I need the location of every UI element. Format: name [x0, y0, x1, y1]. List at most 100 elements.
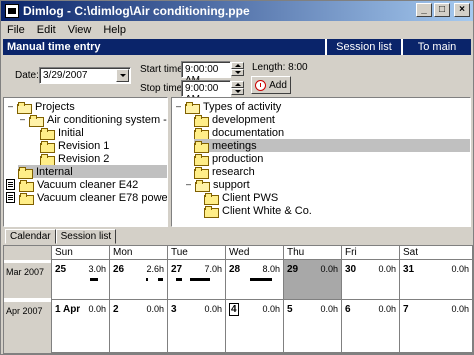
- day-hours: 2.6h: [146, 264, 164, 274]
- day-hours: 0.0h: [451, 304, 469, 314]
- calendar-day[interactable]: 3 0.0h: [167, 300, 225, 353]
- tab-session-list[interactable]: Session list: [55, 229, 117, 244]
- maximize-button[interactable]: □: [434, 3, 450, 17]
- calendar-day[interactable]: 5 0.0h: [283, 300, 341, 353]
- spin-up-icon[interactable]: [231, 62, 244, 69]
- minimize-button[interactable]: _: [416, 3, 432, 17]
- add-button[interactable]: Add: [251, 76, 291, 94]
- day-number: 29: [287, 264, 299, 275]
- tree-item-label: documentation: [212, 126, 285, 139]
- close-button[interactable]: ×: [454, 3, 470, 17]
- day-number: 6: [345, 304, 351, 315]
- tree-item-label: Internal: [36, 165, 73, 178]
- tree-item-internal[interactable]: Internal: [18, 165, 167, 179]
- day-number: 31: [403, 264, 415, 275]
- day-number: 26: [113, 264, 125, 275]
- to-main-button[interactable]: To main: [401, 39, 471, 55]
- collapse-icon[interactable]: –: [174, 102, 183, 111]
- stop-time-field[interactable]: 9:00:00 AM: [181, 80, 244, 105]
- document-icon: [6, 192, 15, 203]
- folder-icon: [19, 192, 34, 205]
- menu-file[interactable]: File: [1, 24, 31, 36]
- calendar-day[interactable]: 7 0.0h: [399, 300, 472, 353]
- clock-icon: [255, 79, 267, 91]
- calendar-day[interactable]: 31 0.0h: [399, 260, 472, 300]
- stop-time-label: Stop time:: [140, 83, 186, 94]
- calendar-day[interactable]: 27 7.0h: [167, 260, 225, 300]
- calendar-day[interactable]: 2 0.0h: [109, 300, 167, 353]
- spin-down-icon[interactable]: [231, 69, 244, 76]
- day-hours: 0.0h: [262, 304, 280, 314]
- tree-item-label: Air conditioning system - C10: [47, 113, 167, 126]
- calendar-day[interactable]: 28 8.0h: [225, 260, 283, 300]
- day-hours: 0.0h: [378, 264, 396, 274]
- menu-view[interactable]: View: [62, 24, 98, 36]
- tree-item-label: production: [212, 152, 264, 165]
- tree-item-vacuum-e42[interactable]: Vacuum cleaner E42: [6, 178, 139, 192]
- tree-item-vacuum-e78[interactable]: Vacuum cleaner E78 power: [6, 191, 167, 205]
- activities-tree[interactable]: – Types of activity development document…: [171, 97, 471, 227]
- tree-item-air-conditioning[interactable]: – Air conditioning system - C10: [18, 113, 167, 127]
- folder-icon: [194, 140, 209, 153]
- day-hours: 3.0h: [88, 264, 106, 274]
- tree-item-research[interactable]: research: [194, 165, 255, 179]
- tree-item-types-of-activity[interactable]: – Types of activity: [174, 100, 281, 114]
- collapse-icon[interactable]: –: [6, 102, 15, 111]
- date-picker[interactable]: 3/29/2007: [39, 67, 131, 84]
- folder-icon: [194, 166, 209, 179]
- tree-item-label: Vacuum cleaner E42: [37, 178, 139, 191]
- collapse-icon[interactable]: –: [184, 180, 193, 189]
- tree-item-meetings[interactable]: meetings: [194, 139, 470, 153]
- start-time-spinner[interactable]: [231, 62, 244, 77]
- spin-down-icon[interactable]: [231, 88, 244, 95]
- tree-item-label: meetings: [212, 139, 257, 152]
- day-header-wed: Wed: [225, 246, 283, 260]
- calendar-day[interactable]: 1 Apr 0.0h: [51, 300, 109, 353]
- folder-icon: [19, 179, 34, 192]
- add-button-label: Add: [269, 79, 287, 91]
- window-title: Dimlog - C:\dimlog\Air conditioning.ppe: [23, 4, 250, 18]
- day-header-thu: Thu: [283, 246, 341, 260]
- tree-item-revision-2[interactable]: Revision 2: [40, 152, 109, 166]
- menu-help[interactable]: Help: [97, 24, 132, 36]
- stop-time-spinner[interactable]: [231, 81, 244, 96]
- activity-bar: [190, 278, 210, 281]
- tree-item-revision-1[interactable]: Revision 1: [40, 139, 109, 153]
- tree-item-development[interactable]: development: [194, 113, 275, 127]
- week-label: Mar 2007: [4, 263, 51, 298]
- day-number: 27: [171, 264, 183, 275]
- calendar-day-selected[interactable]: 29 0.0h: [283, 260, 341, 300]
- day-header-sun: Sun: [51, 246, 109, 260]
- day-number: 4: [229, 303, 239, 316]
- calendar-day-today[interactable]: 4 0.0h: [225, 300, 283, 353]
- day-header-sat: Sat: [399, 246, 472, 260]
- app-icon: [5, 4, 19, 18]
- tree-item-client-white[interactable]: Client White & Co.: [204, 204, 312, 218]
- tree-item-support[interactable]: – support: [184, 178, 250, 192]
- calendar-day[interactable]: 6 0.0h: [341, 300, 399, 353]
- tree-item-label: Client White & Co.: [222, 204, 312, 217]
- collapse-icon[interactable]: –: [18, 115, 27, 124]
- day-hours: 0.0h: [320, 304, 338, 314]
- spin-up-icon[interactable]: [231, 81, 244, 88]
- day-number: 2: [113, 304, 119, 315]
- session-list-button[interactable]: Session list: [325, 39, 401, 55]
- calendar-corner: [4, 246, 51, 260]
- tree-item-label: Initial: [58, 126, 84, 139]
- calendar-day[interactable]: 30 0.0h: [341, 260, 399, 300]
- title-bar[interactable]: Dimlog - C:\dimlog\Air conditioning.ppe …: [1, 1, 473, 21]
- start-time-field[interactable]: 9:00:00 AM: [181, 61, 244, 86]
- projects-tree[interactable]: – Projects – Air conditioning system - C…: [3, 97, 168, 227]
- menu-edit[interactable]: Edit: [31, 24, 62, 36]
- tree-item-production[interactable]: production: [194, 152, 264, 166]
- calendar-day[interactable]: 26 2.6h: [109, 260, 167, 300]
- calendar-day[interactable]: 25 3.0h: [51, 260, 109, 300]
- tree-item-documentation[interactable]: documentation: [194, 126, 285, 140]
- tab-calendar[interactable]: Calendar: [5, 229, 56, 244]
- day-header-tue: Tue: [167, 246, 225, 260]
- chevron-down-icon[interactable]: [116, 69, 129, 82]
- tree-item-initial[interactable]: Initial: [40, 126, 84, 140]
- folder-icon: [194, 127, 209, 140]
- tree-item-client-pws[interactable]: Client PWS: [204, 191, 278, 205]
- tree-item-projects[interactable]: – Projects: [6, 100, 75, 114]
